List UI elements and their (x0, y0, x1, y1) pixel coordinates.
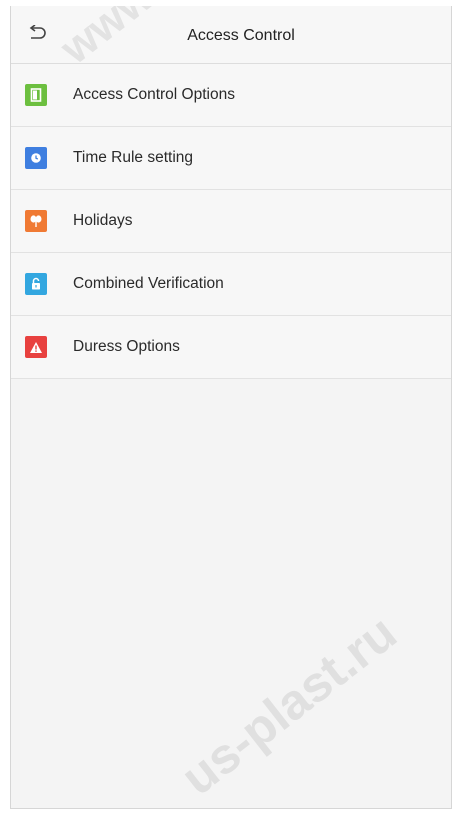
menu-item-label: Holidays (73, 212, 133, 229)
menu-item-holidays[interactable]: Holidays (11, 190, 451, 253)
menu-item-label: Combined Verification (73, 275, 224, 292)
warning-icon (25, 336, 47, 358)
menu-list: Access Control Options Time Rule setting… (11, 64, 451, 379)
header-bar: Access Control (11, 6, 451, 64)
menu-item-label: Duress Options (73, 338, 180, 355)
clock-icon (25, 147, 47, 169)
page-title: Access Control (187, 27, 295, 44)
unlock-icon (25, 273, 47, 295)
menu-item-duress-options[interactable]: Duress Options (11, 316, 451, 379)
menu-item-time-rule-setting[interactable]: Time Rule setting (11, 127, 451, 190)
door-icon (25, 84, 47, 106)
menu-item-combined-verification[interactable]: Combined Verification (11, 253, 451, 316)
watermark-bottom: us-plast.ru (170, 604, 407, 806)
menu-item-label: Access Control Options (73, 86, 235, 103)
menu-item-access-control-options[interactable]: Access Control Options (11, 64, 451, 127)
menu-item-label: Time Rule setting (73, 149, 194, 166)
device-screen: Access Control Access Control Options Ti… (10, 6, 452, 809)
holiday-icon (25, 210, 47, 232)
